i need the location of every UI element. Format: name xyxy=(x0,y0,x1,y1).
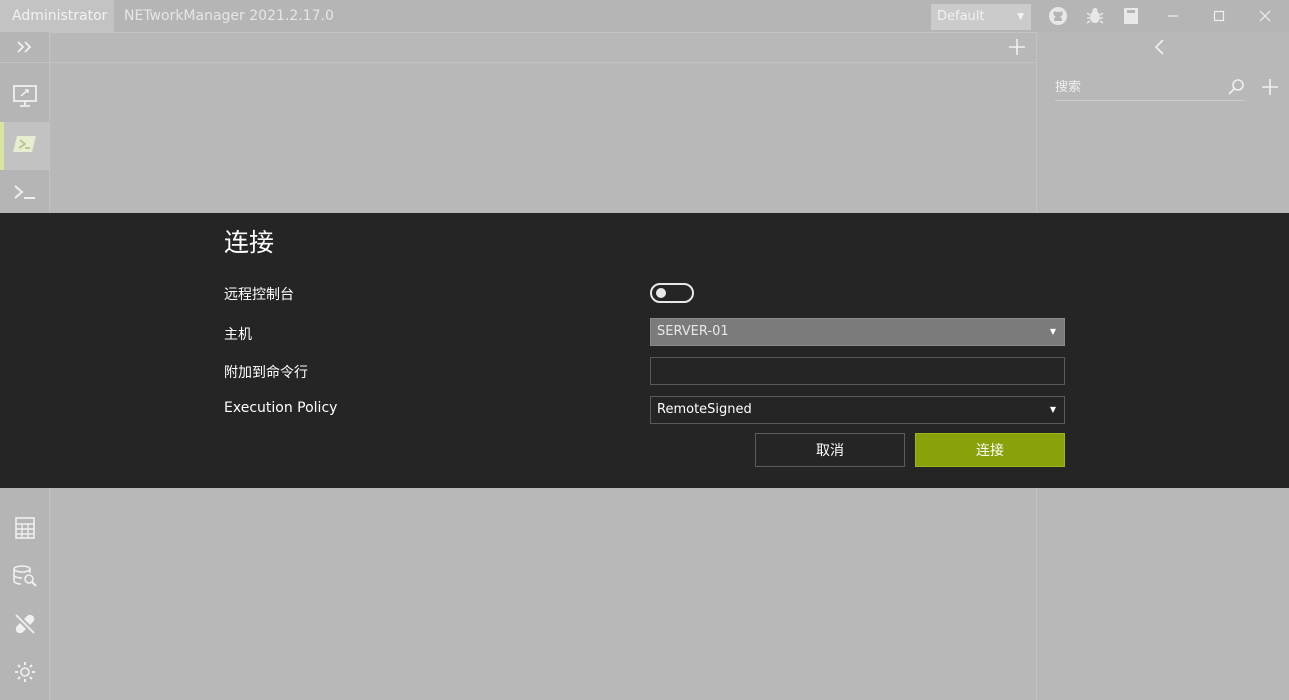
search-input[interactable] xyxy=(1055,76,1215,99)
cancel-button[interactable]: 取消 xyxy=(755,433,905,467)
book-icon[interactable] xyxy=(1121,6,1141,26)
settings-icon xyxy=(13,660,37,688)
chevron-down-icon: ▼ xyxy=(1049,405,1056,414)
execution-policy-value: RemoteSigned xyxy=(657,402,752,417)
nav-subnet-calculator[interactable] xyxy=(0,508,49,552)
calculator-icon xyxy=(14,516,36,544)
nav-settings[interactable] xyxy=(0,652,49,696)
nav-connections[interactable] xyxy=(0,604,49,648)
nav-remote-desktop[interactable] xyxy=(0,74,49,122)
dialog-title: 连接 xyxy=(224,228,275,257)
tab-header xyxy=(50,32,1036,63)
connect-button[interactable]: 连接 xyxy=(915,433,1065,467)
database-search-icon xyxy=(12,564,38,592)
minimize-icon[interactable] xyxy=(1150,0,1196,32)
nav-powershell[interactable] xyxy=(0,122,49,170)
toggle-knob xyxy=(656,288,666,298)
add-profile-icon[interactable] xyxy=(1259,76,1281,98)
chevron-down-icon: ▼ xyxy=(1017,12,1024,22)
close-icon[interactable] xyxy=(1242,0,1288,32)
connect-dialog: 连接 远程控制台 主机 SERVER-01 ▼ 附加到命令行 Execution… xyxy=(0,213,1289,488)
expand-nav-icon[interactable] xyxy=(0,32,49,63)
remote-console-label: 远程控制台 xyxy=(224,287,294,303)
powershell-icon xyxy=(12,133,38,159)
host-select[interactable]: SERVER-01 ▼ xyxy=(650,318,1065,346)
additional-command-line-label: 附加到命令行 xyxy=(224,365,308,381)
remote-console-toggle[interactable] xyxy=(650,283,694,303)
disconnected-icon xyxy=(13,612,37,640)
additional-command-line-input[interactable] xyxy=(650,357,1065,385)
profile-search xyxy=(1055,76,1245,101)
nav-terminal[interactable] xyxy=(0,170,49,218)
add-tab-icon[interactable] xyxy=(1006,36,1028,58)
host-value: SERVER-01 xyxy=(657,324,729,339)
chevron-down-icon: ▼ xyxy=(1049,327,1056,336)
maximize-icon[interactable] xyxy=(1196,0,1242,32)
app-title: NETworkManager 2021.2.17.0 xyxy=(124,8,334,24)
terminal-icon xyxy=(12,181,38,207)
host-label: 主机 xyxy=(224,327,252,343)
app-window: Administrator NETworkManager 2021.2.17.0… xyxy=(0,0,1289,700)
execution-policy-select[interactable]: RemoteSigned ▼ xyxy=(650,396,1065,424)
execution-policy-label: Execution Policy xyxy=(224,400,338,416)
administrator-badge: Administrator xyxy=(0,0,114,32)
chevron-left-icon[interactable] xyxy=(1149,36,1171,58)
remote-desktop-icon xyxy=(12,84,38,112)
profile-file-select[interactable]: Default ▼ xyxy=(931,4,1031,30)
title-bar: Administrator NETworkManager 2021.2.17.0… xyxy=(0,0,1289,33)
profile-file-value: Default xyxy=(937,9,985,24)
nav-lookup[interactable] xyxy=(0,556,49,600)
bug-icon[interactable] xyxy=(1085,6,1105,26)
search-icon[interactable] xyxy=(1227,78,1245,96)
github-icon[interactable] xyxy=(1048,6,1068,26)
